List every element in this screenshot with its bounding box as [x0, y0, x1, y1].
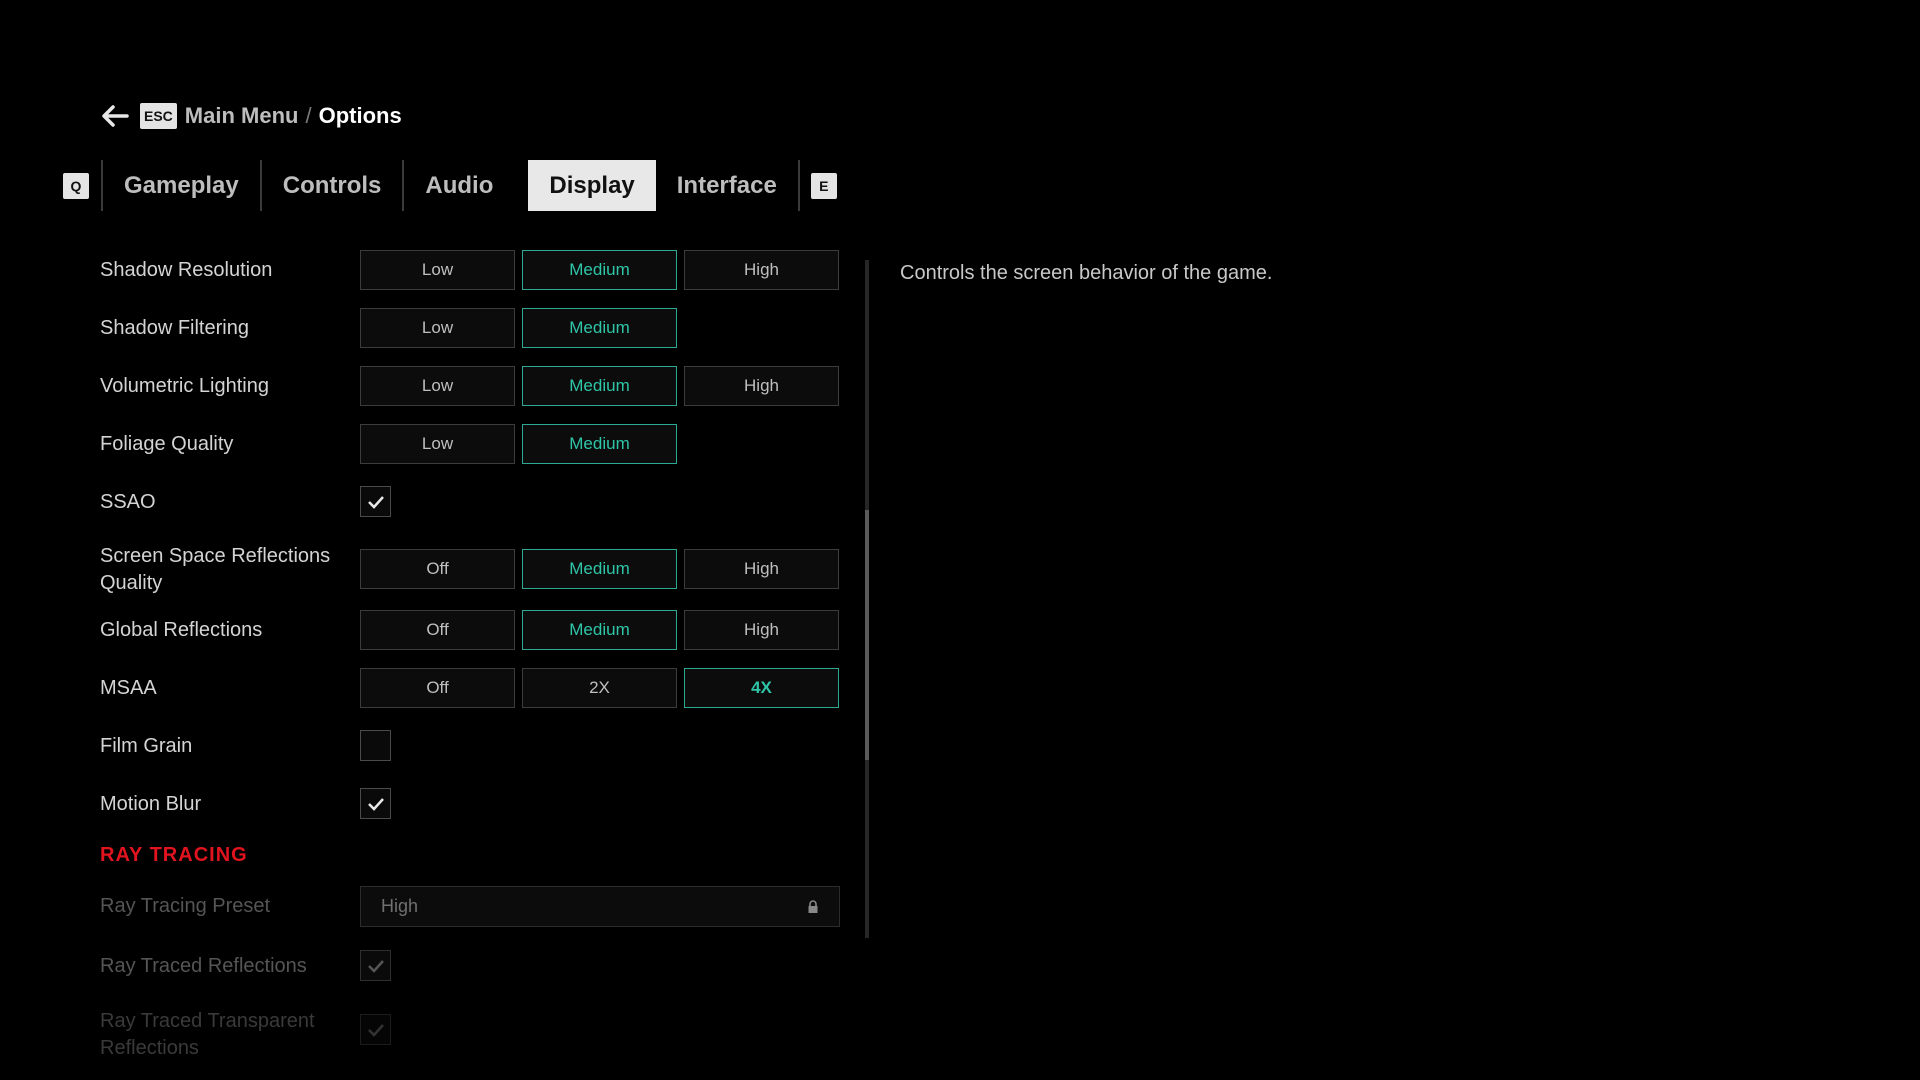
- motion-blur-checkbox[interactable]: [360, 788, 391, 819]
- checkmark-icon: [367, 797, 384, 811]
- option-medium[interactable]: Medium: [522, 424, 677, 464]
- breadcrumb-current: Options: [318, 103, 402, 128]
- back-arrow-icon[interactable]: [100, 104, 130, 128]
- setting-description: Controls the screen behavior of the game…: [900, 262, 1273, 284]
- setting-label: Global Reflections: [100, 619, 263, 641]
- tab-display[interactable]: Display: [528, 160, 656, 211]
- ray-tracing-preset-dropdown[interactable]: High: [360, 886, 840, 927]
- prev-tab-key-hint[interactable]: Q: [63, 172, 89, 199]
- setting-label: Ray Traced Reflections: [100, 955, 307, 977]
- scrollbar-thumb[interactable]: [865, 510, 869, 760]
- setting-ray-traced-reflections: Ray Traced Reflections: [100, 950, 852, 984]
- ssao-checkbox[interactable]: [360, 486, 391, 517]
- option-low[interactable]: Low: [360, 366, 515, 406]
- next-tab-key-hint[interactable]: E: [810, 172, 837, 199]
- checkmark-icon: [367, 959, 384, 973]
- option-low[interactable]: Low: [360, 424, 515, 464]
- option-low[interactable]: Low: [360, 308, 515, 348]
- option-off[interactable]: Off: [360, 549, 515, 589]
- option-medium[interactable]: Medium: [522, 308, 677, 348]
- tab-bar: Q Gameplay Controls Audio Display Interf…: [63, 160, 837, 211]
- checkmark-icon: [367, 1023, 384, 1037]
- checkmark-icon: [367, 495, 384, 509]
- option-4x[interactable]: 4X: [684, 668, 839, 708]
- tab-interface[interactable]: Interface: [656, 160, 798, 211]
- tab-audio[interactable]: Audio: [404, 160, 514, 211]
- setting-film-grain: Film Grain: [100, 730, 852, 764]
- setting-label: Shadow Resolution: [100, 259, 273, 281]
- section-title-ray-tracing: RAY TRACING: [100, 844, 248, 866]
- scrollbar[interactable]: [865, 260, 869, 938]
- setting-label: SSAO: [100, 491, 156, 513]
- option-medium[interactable]: Medium: [522, 610, 677, 650]
- lock-icon: [808, 899, 818, 913]
- setting-label: Film Grain: [100, 735, 193, 757]
- setting-label: Shadow Filtering: [100, 317, 249, 339]
- option-high[interactable]: High: [684, 250, 839, 290]
- option-medium[interactable]: Medium: [522, 549, 677, 589]
- option-medium[interactable]: Medium: [522, 250, 677, 290]
- setting-motion-blur: Motion Blur: [100, 788, 852, 822]
- setting-shadow-filtering: Shadow Filtering Low Medium: [100, 308, 852, 350]
- setting-label: Volumetric Lighting: [100, 375, 269, 397]
- ray-traced-reflections-checkbox[interactable]: [360, 950, 391, 981]
- setting-label: MSAA: [100, 677, 157, 699]
- tab-divider: [797, 160, 800, 211]
- option-2x[interactable]: 2X: [522, 668, 677, 708]
- dropdown-value: High: [381, 896, 419, 916]
- option-high[interactable]: High: [684, 610, 839, 650]
- setting-ray-tracing-preset: Ray Tracing Preset High: [100, 886, 852, 928]
- ray-traced-transparent-reflections-checkbox[interactable]: [360, 1014, 391, 1045]
- breadcrumb-main-menu[interactable]: Main Menu: [185, 103, 299, 129]
- option-off[interactable]: Off: [360, 610, 515, 650]
- setting-ray-traced-transparent-reflections: Ray Traced Transparent Reflections: [100, 1008, 852, 1059]
- setting-msaa: MSAA Off 2X 4X: [100, 668, 852, 710]
- setting-label: Foliage Quality: [100, 433, 234, 455]
- setting-foliage-quality: Foliage Quality Low Medium: [100, 424, 852, 466]
- setting-ssao: SSAO: [100, 486, 852, 520]
- tab-controls[interactable]: Controls: [262, 160, 403, 211]
- option-high[interactable]: High: [684, 366, 839, 406]
- setting-shadow-resolution: Shadow Resolution Low Medium High: [100, 250, 852, 292]
- esc-key-hint[interactable]: ESC: [140, 103, 177, 129]
- option-low[interactable]: Low: [360, 250, 515, 290]
- breadcrumb: ESC Main Menu / Options: [100, 100, 402, 132]
- setting-label: Motion Blur: [100, 793, 202, 815]
- tab-gameplay[interactable]: Gameplay: [103, 160, 260, 211]
- breadcrumb-separator: /: [305, 103, 312, 128]
- setting-global-reflections: Global Reflections Off Medium High: [100, 610, 852, 652]
- setting-label: Ray Tracing Preset: [100, 895, 271, 917]
- setting-screen-space-reflections-quality: Screen Space Reflections Quality Off Med…: [100, 543, 852, 597]
- film-grain-checkbox[interactable]: [360, 730, 391, 761]
- setting-label: Ray Traced Transparent Reflections: [100, 1010, 315, 1059]
- option-high[interactable]: High: [684, 549, 839, 589]
- option-off[interactable]: Off: [360, 668, 515, 708]
- options-screen: ESC Main Menu / Options Q Gameplay Contr…: [0, 0, 1920, 1080]
- option-medium[interactable]: Medium: [522, 366, 677, 406]
- setting-label: Screen Space Reflections Quality: [100, 545, 331, 594]
- setting-volumetric-lighting: Volumetric Lighting Low Medium High: [100, 366, 852, 408]
